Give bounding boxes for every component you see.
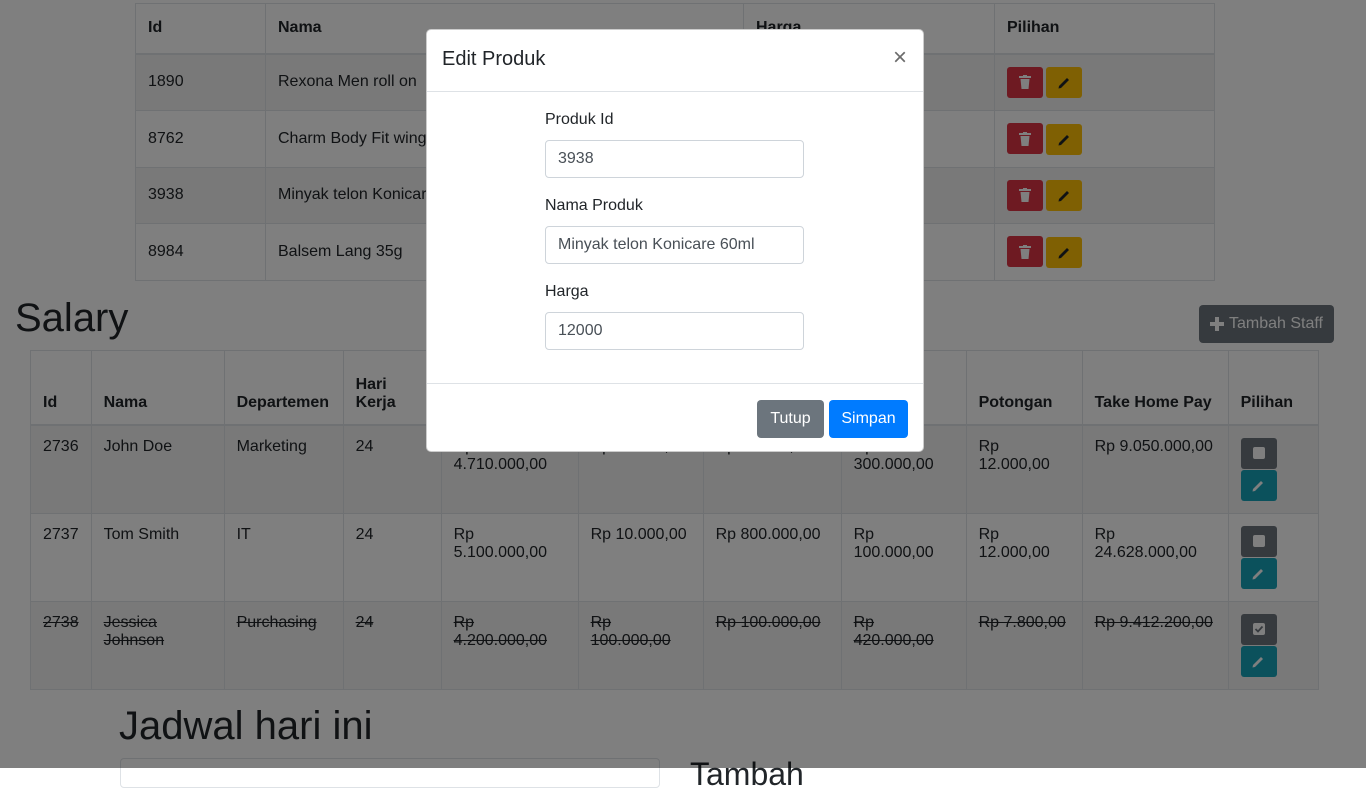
- product-id-label: Produk Id: [545, 111, 614, 128]
- product-name-input[interactable]: [545, 226, 804, 264]
- modal-footer: Tutup Simpan: [427, 383, 923, 452]
- price-input[interactable]: [545, 312, 804, 350]
- edit-product-modal: Edit Produk × Produk Id Nama Produk Harg…: [426, 29, 924, 452]
- modal-header: Edit Produk ×: [427, 30, 923, 92]
- product-name-label: Nama Produk: [545, 197, 643, 214]
- save-button[interactable]: Simpan: [829, 400, 908, 438]
- price-label: Harga: [545, 283, 589, 300]
- close-button[interactable]: Tutup: [757, 400, 824, 438]
- product-id-input[interactable]: [545, 140, 804, 178]
- close-icon[interactable]: ×: [893, 46, 907, 70]
- modal-body: Produk Id Nama Produk Harga: [427, 92, 923, 383]
- modal-title: Edit Produk: [442, 48, 546, 70]
